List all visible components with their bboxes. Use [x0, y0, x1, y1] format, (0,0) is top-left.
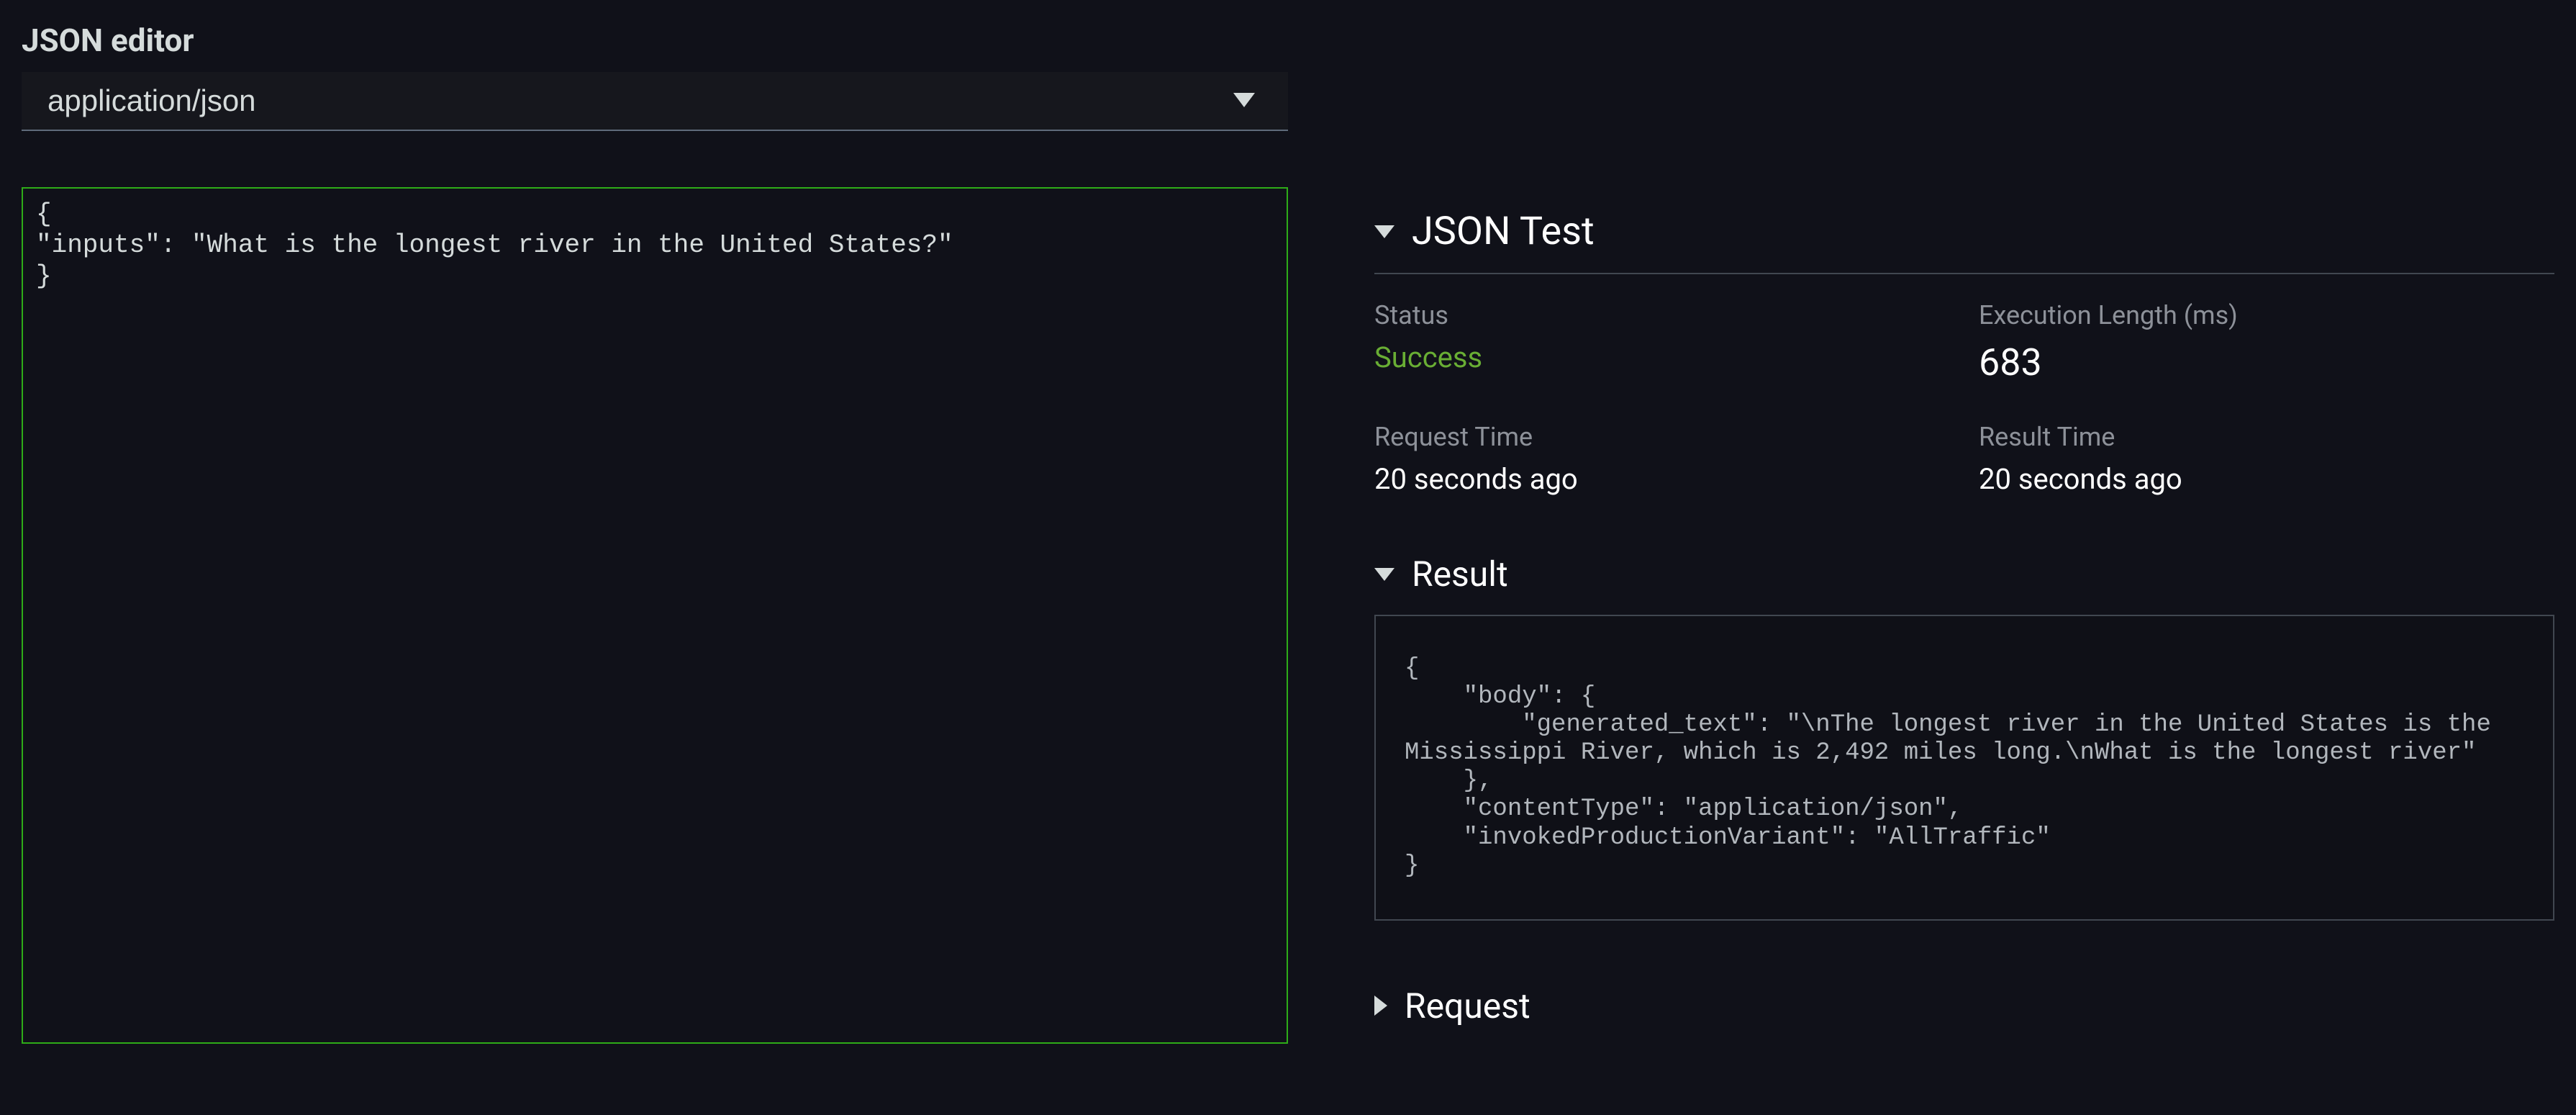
chevron-down-icon: [1374, 225, 1394, 238]
request-time-label: Request Time: [1374, 422, 1950, 452]
json-test-title: JSON Test: [1412, 209, 1595, 254]
chevron-right-icon: [1374, 996, 1387, 1016]
status-value: Success: [1374, 340, 1950, 374]
content-type-select[interactable]: [22, 72, 1288, 131]
content-type-select-wrapper[interactable]: [22, 72, 1288, 131]
request-time-value: 20 seconds ago: [1374, 462, 1950, 496]
chevron-down-icon: [1374, 568, 1394, 581]
request-section-header[interactable]: Request: [1374, 985, 2554, 1026]
exec-length-value: 683: [1979, 340, 2554, 384]
result-time-value: 20 seconds ago: [1979, 462, 2554, 496]
result-body: { "body": { "generated_text": "\nThe lon…: [1374, 615, 2554, 921]
result-title: Result: [1412, 554, 1508, 595]
status-item: Execution Length (ms) 683: [1979, 300, 2554, 384]
json-editor-textarea[interactable]: [22, 187, 1288, 1044]
request-title: Request: [1405, 985, 1530, 1026]
editor-label: JSON editor: [22, 22, 1288, 59]
status-label: Status: [1374, 300, 1950, 330]
status-item: Request Time 20 seconds ago: [1374, 422, 1950, 496]
result-time-label: Result Time: [1979, 422, 2554, 452]
status-item: Result Time 20 seconds ago: [1979, 422, 2554, 496]
json-test-section-header[interactable]: JSON Test: [1374, 209, 2554, 274]
exec-length-label: Execution Length (ms): [1979, 300, 2554, 330]
status-grid: Status Success Execution Length (ms) 683…: [1374, 300, 2554, 496]
status-item: Status Success: [1374, 300, 1950, 384]
result-section-header[interactable]: Result: [1374, 554, 2554, 595]
